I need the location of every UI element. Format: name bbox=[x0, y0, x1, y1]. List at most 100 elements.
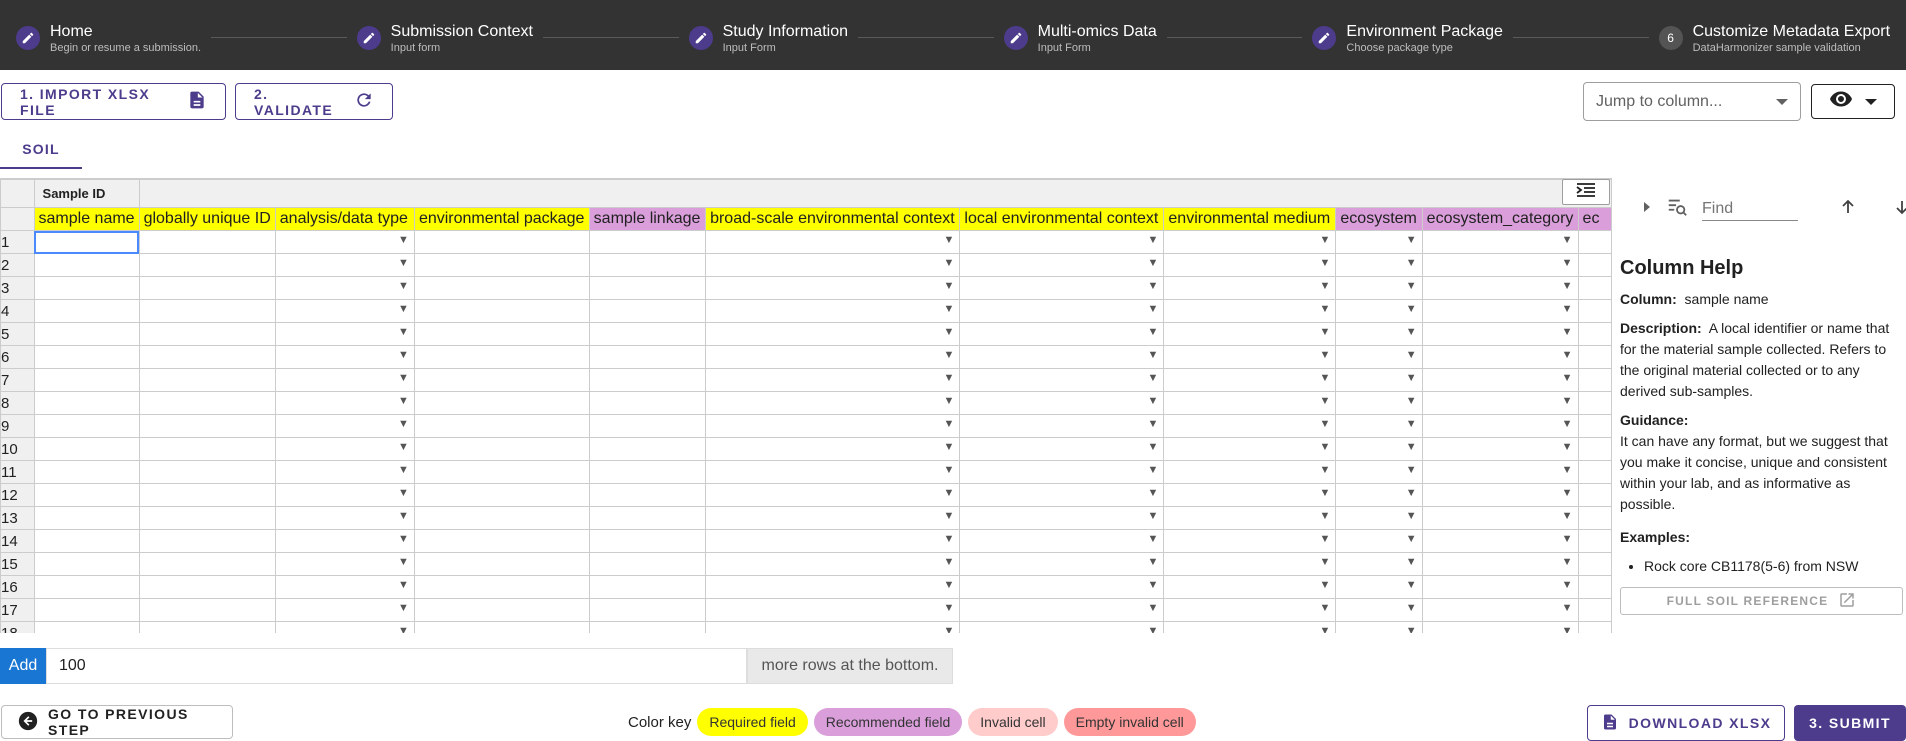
grid-cell[interactable] bbox=[413, 414, 590, 438]
grid-cell[interactable] bbox=[138, 276, 276, 300]
grid-cell[interactable] bbox=[1163, 391, 1337, 415]
find-input[interactable] bbox=[1702, 197, 1798, 221]
grid-cell[interactable] bbox=[33, 483, 140, 507]
grid-cell[interactable] bbox=[588, 253, 707, 277]
grid-cell[interactable] bbox=[1577, 598, 1612, 622]
grid-cell[interactable] bbox=[1335, 230, 1423, 254]
grid-cell[interactable] bbox=[33, 460, 140, 484]
download-xlsx-button[interactable]: DOWNLOAD XLSX bbox=[1587, 705, 1785, 741]
grid-cell[interactable] bbox=[959, 253, 1165, 277]
grid-cell[interactable] bbox=[33, 598, 140, 622]
column-header[interactable]: sample linkage bbox=[588, 207, 707, 231]
grid-cell[interactable] bbox=[33, 299, 140, 323]
grid-cell[interactable] bbox=[1577, 322, 1612, 346]
row-number[interactable]: 5 bbox=[0, 322, 35, 346]
grid-cell[interactable] bbox=[588, 322, 707, 346]
grid-cell[interactable] bbox=[588, 299, 707, 323]
grid-cell[interactable] bbox=[705, 368, 961, 392]
tab-soil[interactable]: SOIL bbox=[0, 131, 82, 169]
grid-cell[interactable] bbox=[274, 230, 415, 254]
grid-cell[interactable] bbox=[705, 299, 961, 323]
grid-cell[interactable] bbox=[413, 368, 590, 392]
grid-cell[interactable] bbox=[1335, 460, 1423, 484]
row-number[interactable]: 4 bbox=[0, 299, 35, 323]
grid-cell[interactable] bbox=[33, 368, 140, 392]
grid-cell[interactable] bbox=[1335, 253, 1423, 277]
row-number[interactable]: 7 bbox=[0, 368, 35, 392]
grid-cell[interactable] bbox=[1163, 322, 1337, 346]
grid-cell[interactable] bbox=[1335, 575, 1423, 599]
grid-cell[interactable] bbox=[959, 322, 1165, 346]
grid-cell[interactable] bbox=[413, 253, 590, 277]
grid-cell[interactable] bbox=[588, 391, 707, 415]
grid-cell[interactable] bbox=[959, 414, 1165, 438]
grid-cell[interactable] bbox=[959, 621, 1165, 633]
grid-cell[interactable] bbox=[705, 552, 961, 576]
grid-cell[interactable] bbox=[274, 506, 415, 530]
grid-cell[interactable] bbox=[1335, 345, 1423, 369]
step-customize-metadata-export[interactable]: 6 Customize Metadata Export DataHarmonize… bbox=[1658, 16, 1890, 55]
grid-cell[interactable] bbox=[1577, 506, 1612, 530]
grid-cell[interactable] bbox=[1163, 552, 1337, 576]
grid-cell[interactable] bbox=[274, 414, 415, 438]
row-number[interactable]: 16 bbox=[0, 575, 35, 599]
grid-cell[interactable] bbox=[705, 598, 961, 622]
grid-cell[interactable] bbox=[588, 414, 707, 438]
grid-cell[interactable] bbox=[33, 621, 140, 633]
grid-cell[interactable] bbox=[33, 575, 140, 599]
grid-cell[interactable] bbox=[1163, 506, 1337, 530]
grid-cell[interactable] bbox=[1421, 414, 1579, 438]
grid-cell[interactable] bbox=[413, 391, 590, 415]
grid-cell[interactable] bbox=[1577, 621, 1612, 633]
grid-cell[interactable] bbox=[1163, 414, 1337, 438]
grid-cell[interactable] bbox=[1421, 368, 1579, 392]
grid-cell[interactable] bbox=[33, 414, 140, 438]
grid-cell[interactable] bbox=[1335, 552, 1423, 576]
grid-cell[interactable] bbox=[274, 437, 415, 461]
grid-cell[interactable] bbox=[413, 276, 590, 300]
grid-cell[interactable] bbox=[1577, 230, 1612, 254]
grid-cell[interactable] bbox=[274, 575, 415, 599]
grid-cell[interactable] bbox=[1335, 322, 1423, 346]
grid-cell[interactable] bbox=[1421, 460, 1579, 484]
grid-cell[interactable] bbox=[1335, 621, 1423, 633]
grid-cell[interactable] bbox=[33, 437, 140, 461]
grid-cell[interactable] bbox=[959, 483, 1165, 507]
grid-cell[interactable] bbox=[138, 345, 276, 369]
grid-cell[interactable] bbox=[959, 575, 1165, 599]
grid-cell[interactable] bbox=[138, 299, 276, 323]
column-header[interactable]: broad-scale environmental context bbox=[705, 207, 961, 231]
grid-cell[interactable] bbox=[705, 253, 961, 277]
grid-cell[interactable] bbox=[1577, 483, 1612, 507]
grid-cell[interactable] bbox=[138, 552, 276, 576]
grid-cell[interactable] bbox=[1163, 529, 1337, 553]
row-number[interactable]: 3 bbox=[0, 276, 35, 300]
validate-button[interactable]: 2. VALIDATE bbox=[235, 83, 393, 120]
grid-cell[interactable] bbox=[33, 506, 140, 530]
grid-cell[interactable] bbox=[274, 276, 415, 300]
grid-cell[interactable] bbox=[1421, 230, 1579, 254]
row-number[interactable]: 13 bbox=[0, 506, 35, 530]
step-multi-omics-data[interactable]: Multi-omics Data Input Form bbox=[1003, 16, 1157, 55]
grid-cell[interactable] bbox=[1577, 391, 1612, 415]
grid-cell[interactable] bbox=[959, 506, 1165, 530]
grid-cell[interactable] bbox=[588, 529, 707, 553]
grid-cell[interactable] bbox=[413, 483, 590, 507]
grid-cell[interactable] bbox=[1335, 391, 1423, 415]
grid-cell[interactable] bbox=[274, 529, 415, 553]
row-number[interactable]: 6 bbox=[0, 345, 35, 369]
grid-cell[interactable] bbox=[1163, 575, 1337, 599]
column-header[interactable]: analysis/data type bbox=[274, 207, 415, 231]
data-grid[interactable]: Sample ID sample name globally unique ID a… bbox=[0, 178, 1612, 633]
grid-cell[interactable] bbox=[959, 368, 1165, 392]
grid-cell[interactable] bbox=[1577, 253, 1612, 277]
grid-cell[interactable] bbox=[413, 437, 590, 461]
grid-cell[interactable] bbox=[274, 460, 415, 484]
grid-cell[interactable] bbox=[413, 598, 590, 622]
grid-cell[interactable] bbox=[413, 299, 590, 323]
grid-cell[interactable] bbox=[1421, 253, 1579, 277]
grid-cell[interactable] bbox=[138, 621, 276, 633]
grid-cell[interactable] bbox=[1577, 575, 1612, 599]
grid-cell[interactable] bbox=[274, 483, 415, 507]
grid-cell[interactable] bbox=[138, 368, 276, 392]
